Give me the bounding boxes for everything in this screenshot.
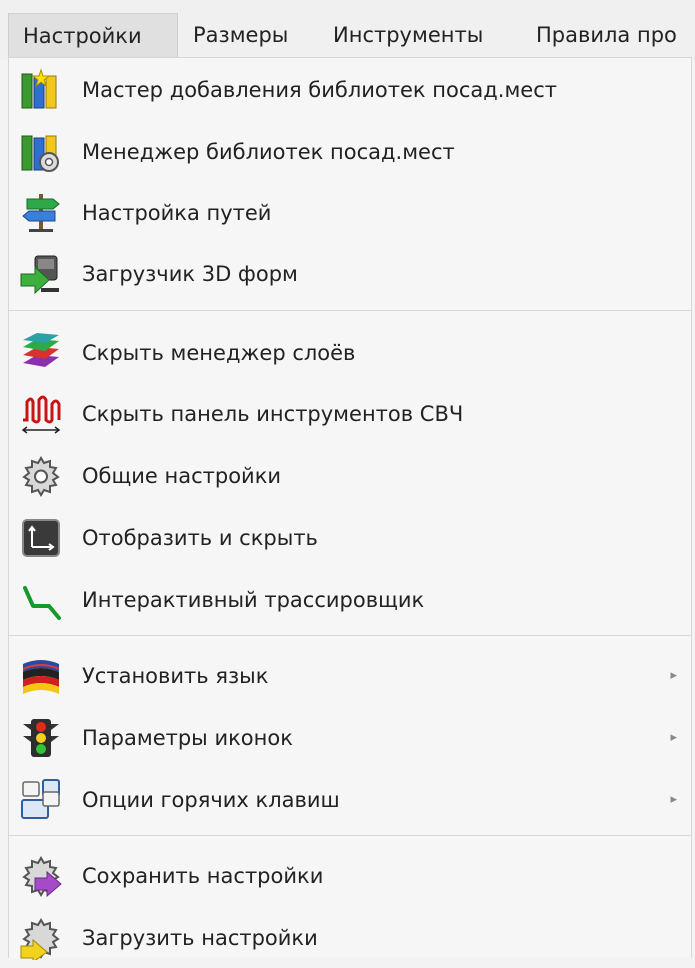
menu-separator: [9, 310, 691, 311]
menu-item-path-configuration[interactable]: Настройка путей: [9, 183, 691, 243]
menu-item-hotkey-options[interactable]: Опции горячих клавиш ▸: [9, 770, 691, 830]
menu-bar: Настройки Размеры Инструменты Правила пр…: [0, 0, 695, 60]
layers-icon: [19, 331, 63, 375]
menu-item-label: Интерактивный трассировщик: [82, 588, 425, 612]
path-signpost-icon: [19, 191, 63, 235]
menu-item-load-settings[interactable]: Загрузить настройки: [9, 908, 691, 968]
menu-item-display-options[interactable]: Отобразить и скрыть: [9, 508, 691, 568]
menu-item-icon-options[interactable]: Параметры иконок ▸: [9, 708, 691, 768]
footprint-library-manager-icon: [19, 130, 63, 174]
menu-item-label: Загрузить настройки: [82, 926, 318, 950]
menu-item-hide-layer-manager[interactable]: Скрыть менеджер слоёв: [9, 323, 691, 383]
menu-item-label: Скрыть менеджер слоёв: [82, 341, 356, 365]
gear-icon: [19, 454, 63, 498]
microwave-toolbar-icon: [19, 392, 63, 436]
interactive-router-icon: [19, 578, 63, 622]
menu-item-label: Мастер добавления библиотек посад.мест: [82, 78, 557, 102]
menu-item-label: Общие настройки: [82, 464, 282, 488]
menu-item-general-settings[interactable]: Общие настройки: [9, 446, 691, 506]
menu-item-label: Установить язык: [82, 664, 269, 688]
menu-item-footprint-library-wizard[interactable]: Мастер добавления библиотек посад.мест: [9, 60, 691, 120]
menu-item-3d-shape-loader[interactable]: Загрузчик 3D форм: [9, 244, 691, 304]
menu-separator: [9, 835, 691, 836]
3d-shape-loader-icon: [19, 252, 63, 296]
submenu-arrow-icon: ▸: [670, 792, 677, 807]
save-settings-icon: [19, 854, 63, 898]
menu-item-hide-microwave-toolbar[interactable]: Скрыть панель инструментов СВЧ: [9, 384, 691, 444]
submenu-arrow-icon: ▸: [670, 730, 677, 745]
submenu-arrow-icon: ▸: [670, 668, 677, 683]
footprint-library-wizard-icon: [19, 68, 63, 112]
menu-item-label: Сохранить настройки: [82, 864, 324, 888]
menu-item-label: Параметры иконок: [82, 726, 293, 750]
menu-dimensions[interactable]: Размеры: [193, 13, 288, 57]
menu-separator: [9, 635, 691, 636]
menu-item-label: Менеджер библиотек посад.мест: [82, 140, 455, 164]
load-settings-icon: [19, 916, 63, 960]
traffic-light-icon: [19, 716, 63, 760]
language-flag-icon: [19, 654, 63, 698]
menu-item-label: Скрыть панель инструментов СВЧ: [82, 402, 464, 426]
menu-item-label: Настройка путей: [82, 201, 272, 225]
menu-item-label: Опции горячих клавиш: [82, 788, 340, 812]
menu-item-interactive-router[interactable]: Интерактивный трассировщик: [9, 570, 691, 630]
settings-dropdown-menu: Мастер добавления библиотек посад.мест М…: [8, 57, 692, 960]
menu-item-footprint-library-manager[interactable]: Менеджер библиотек посад.мест: [9, 122, 691, 182]
menu-item-set-language[interactable]: Установить язык ▸: [9, 646, 691, 706]
menu-item-label: Отобразить и скрыть: [82, 526, 318, 550]
menu-tools[interactable]: Инструменты: [333, 13, 483, 57]
menu-item-save-settings[interactable]: Сохранить настройки: [9, 846, 691, 906]
menu-design-rules[interactable]: Правила про: [536, 13, 677, 57]
display-options-icon: [19, 516, 63, 560]
menu-item-label: Загрузчик 3D форм: [82, 262, 298, 286]
hotkeys-icon: [19, 778, 63, 822]
menu-settings[interactable]: Настройки: [8, 13, 178, 57]
